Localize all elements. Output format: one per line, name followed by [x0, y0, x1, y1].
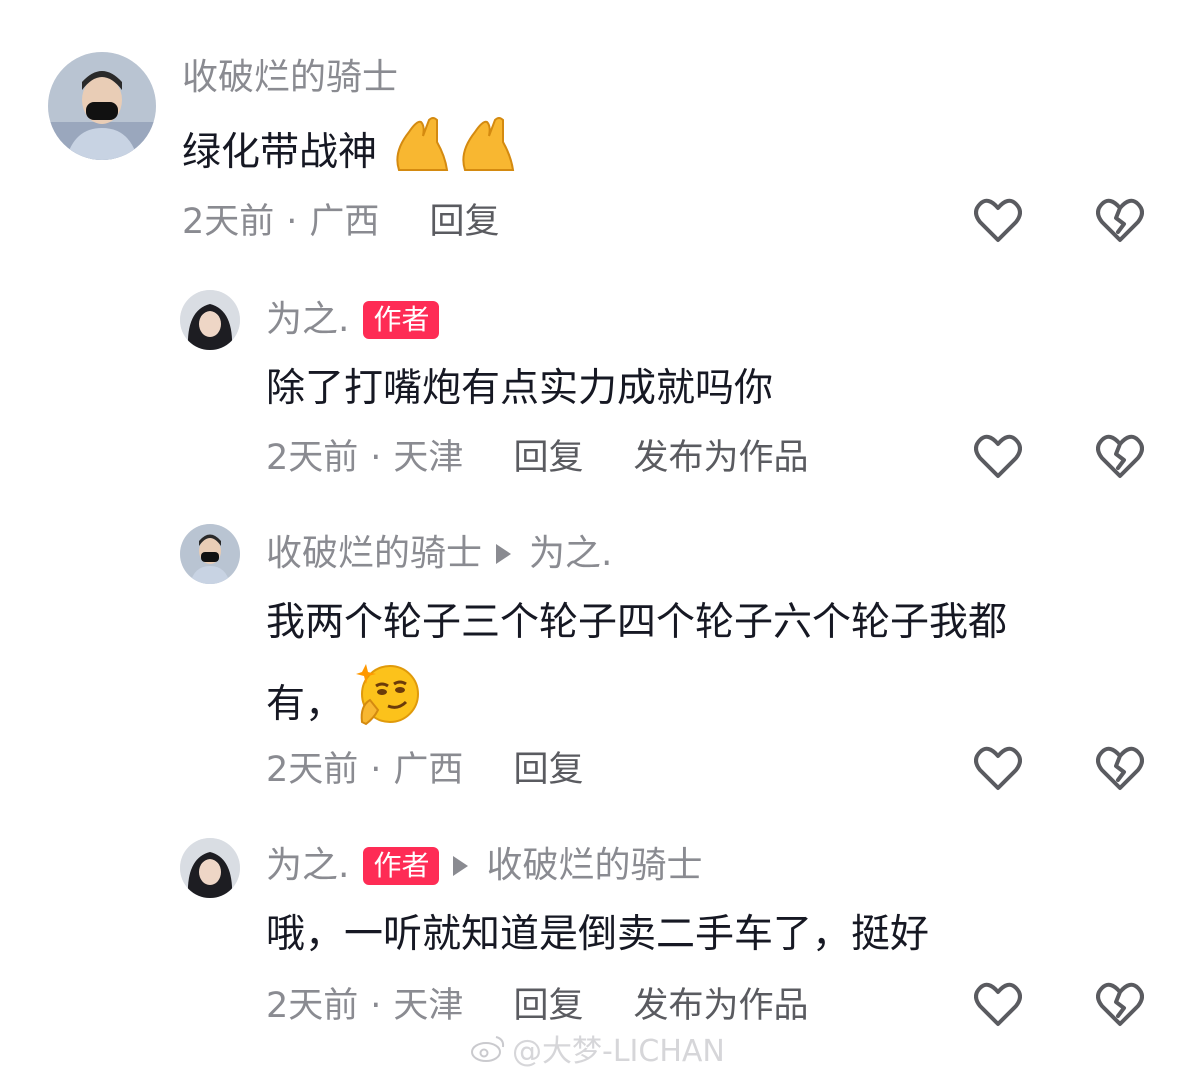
avatar-image: [180, 290, 240, 350]
comment-1: 收破烂的骑士 绿化带战神 2天前 · 广西 回复: [0, 0, 1200, 270]
username[interactable]: 收破烂的骑士: [182, 58, 398, 98]
broken-heart-outline-icon[interactable]: [1096, 746, 1144, 792]
comment-body: 哦，一听就知道是倒卖二手车了，挺好: [266, 912, 930, 957]
broken-heart-outline-icon[interactable]: [1096, 982, 1144, 1028]
comment-text: 哦，一听就知道是倒卖二手车了，挺好: [266, 900, 929, 970]
broken-heart-outline-icon[interactable]: [1096, 434, 1144, 480]
username[interactable]: 为之. 作者: [266, 300, 440, 340]
weibo-logo-icon: [471, 1036, 505, 1062]
watermark-text: @大梦-LICHAN: [512, 1034, 725, 1069]
dot-separator: ·: [370, 750, 382, 790]
comment-body: 有，: [266, 682, 345, 727]
reply-button[interactable]: 回复: [513, 750, 583, 790]
dot-separator: ·: [286, 202, 298, 242]
comment-text-line-2: 有，: [266, 662, 422, 751]
avatar-image: [48, 52, 156, 160]
heart-outline-icon[interactable]: [974, 982, 1022, 1028]
avatar[interactable]: [48, 52, 156, 160]
username[interactable]: 为之. 作者 收破烂的骑士: [266, 846, 702, 886]
broken-heart-outline-icon[interactable]: [1096, 198, 1144, 244]
comment-text: 除了打嘴炮有点实力成就吗你: [266, 354, 773, 424]
heart-outline-icon[interactable]: [974, 198, 1022, 244]
dot-separator: ·: [370, 986, 382, 1026]
author-badge: 作者: [363, 301, 440, 339]
location: 广西: [309, 202, 380, 242]
avatar[interactable]: [180, 838, 240, 898]
comment-body: 我两个轮子三个轮子四个轮子六个轮子我都: [266, 600, 1008, 645]
reply-button[interactable]: 回复: [429, 202, 499, 242]
comment-body: 绿化带战神: [182, 130, 378, 175]
comment-meta: 2天前 · 天津 回复 发布为作品: [266, 438, 808, 478]
comment-3: 收破烂的骑士 为之. 我两个轮子三个轮子四个轮子六个轮子我都 有， 2天前 · 广西…: [0, 510, 1200, 830]
username-text[interactable]: 为之.: [266, 846, 349, 886]
publish-as-work-button[interactable]: 发布为作品: [633, 438, 808, 478]
timestamp: 2天前: [182, 202, 275, 242]
username[interactable]: 收破烂的骑士 为之.: [266, 534, 612, 574]
comment-body: 除了打嘴炮有点实力成就吗你: [266, 366, 774, 411]
avatar-image: [180, 838, 240, 898]
reply-button[interactable]: 回复: [513, 986, 583, 1026]
pray-hands-emoji: [389, 112, 521, 197]
comment-meta: 2天前 · 广西 回复: [266, 750, 583, 790]
location: 天津: [393, 438, 464, 478]
comment-text-line-1: 我两个轮子三个轮子四个轮子六个轮子我都: [266, 588, 1007, 658]
comment-2: 为之. 作者 除了打嘴炮有点实力成就吗你 2天前 · 天津 回复 发布为作品: [0, 270, 1200, 510]
timestamp: 2天前: [266, 750, 359, 790]
author-badge: 作者: [363, 847, 440, 885]
smirk-thinking-emoji: [356, 662, 422, 751]
comment-meta: 2天前 · 广西 回复: [182, 202, 499, 242]
timestamp: 2天前: [266, 438, 359, 478]
avatar-image: [180, 524, 240, 584]
reply-to-username[interactable]: 为之.: [529, 534, 612, 574]
reply-arrow-icon: [496, 544, 512, 564]
location: 广西: [393, 750, 464, 790]
username-text[interactable]: 收破烂的骑士: [182, 58, 398, 98]
avatar[interactable]: [180, 524, 240, 584]
publish-as-work-button[interactable]: 发布为作品: [633, 986, 808, 1026]
watermark: @大梦-LICHAN: [470, 1026, 725, 1070]
comment-text: 绿化带战神: [182, 112, 521, 197]
heart-outline-icon[interactable]: [974, 746, 1022, 792]
username-text[interactable]: 收破烂的骑士: [266, 534, 482, 574]
reply-arrow-icon: [453, 856, 469, 876]
reply-to-username[interactable]: 收破烂的骑士: [486, 846, 702, 886]
avatar[interactable]: [180, 290, 240, 350]
username-text[interactable]: 为之.: [266, 300, 349, 340]
dot-separator: ·: [370, 438, 382, 478]
heart-outline-icon[interactable]: [974, 434, 1022, 480]
reply-button[interactable]: 回复: [513, 438, 583, 478]
timestamp: 2天前: [266, 986, 359, 1026]
comment-meta: 2天前 · 天津 回复 发布为作品: [266, 986, 808, 1026]
location: 天津: [393, 986, 464, 1026]
